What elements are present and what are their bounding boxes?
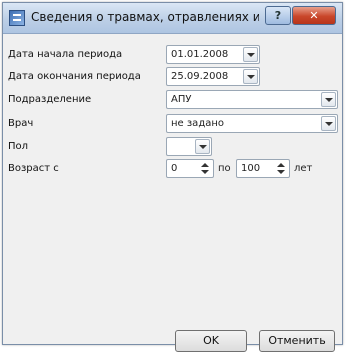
end-date-value: 25.09.2008 xyxy=(171,71,229,82)
start-date-value: 01.01.2008 xyxy=(171,49,229,60)
end-date-dropdown-button[interactable] xyxy=(243,69,258,84)
close-button[interactable]: ✕ xyxy=(292,6,336,25)
help-button[interactable]: ? xyxy=(265,6,291,25)
title-bar[interactable]: Сведения о травмах, отравлениях и д... ?… xyxy=(3,3,342,34)
age-from-label: Возраст с xyxy=(8,163,59,174)
app-icon xyxy=(9,10,25,26)
age-to-value: 100 xyxy=(241,163,261,174)
start-date-dropdown-button[interactable] xyxy=(243,47,258,62)
age-unit-label: лет xyxy=(294,163,313,174)
doctor-combo[interactable]: не задано xyxy=(166,114,338,133)
department-dropdown-button[interactable] xyxy=(321,92,336,107)
department-label: Подразделение xyxy=(8,94,92,105)
sex-combo[interactable] xyxy=(166,137,212,156)
sex-dropdown-button[interactable] xyxy=(195,139,210,154)
department-value: АПУ xyxy=(171,94,192,105)
doctor-dropdown-button[interactable] xyxy=(321,116,336,131)
age-from-value: 0 xyxy=(171,163,178,174)
ok-button[interactable]: OK xyxy=(175,330,247,352)
age-to-spin-arrows-icon[interactable] xyxy=(276,161,287,176)
report-dialog: Сведения о травмах, отравлениях и д... ?… xyxy=(2,2,343,352)
start-date-label: Дата начала периода xyxy=(8,49,123,60)
sex-label: Пол xyxy=(8,141,29,152)
window-title: Сведения о травмах, отравлениях и д... xyxy=(31,10,259,24)
age-from-spinbox[interactable]: 0 xyxy=(166,159,214,178)
cancel-button[interactable]: Отменить xyxy=(259,330,335,352)
age-to-spinbox[interactable]: 100 xyxy=(236,159,290,178)
doctor-value: не задано xyxy=(171,118,225,129)
start-date-field[interactable]: 01.01.2008 xyxy=(166,45,260,64)
department-combo[interactable]: АПУ xyxy=(166,90,338,109)
end-date-label: Дата окончания периода xyxy=(8,71,141,82)
end-date-field[interactable]: 25.09.2008 xyxy=(166,67,260,86)
doctor-label: Врач xyxy=(8,118,34,129)
age-to-label: по xyxy=(218,163,231,174)
age-from-spin-arrows-icon[interactable] xyxy=(200,161,211,176)
